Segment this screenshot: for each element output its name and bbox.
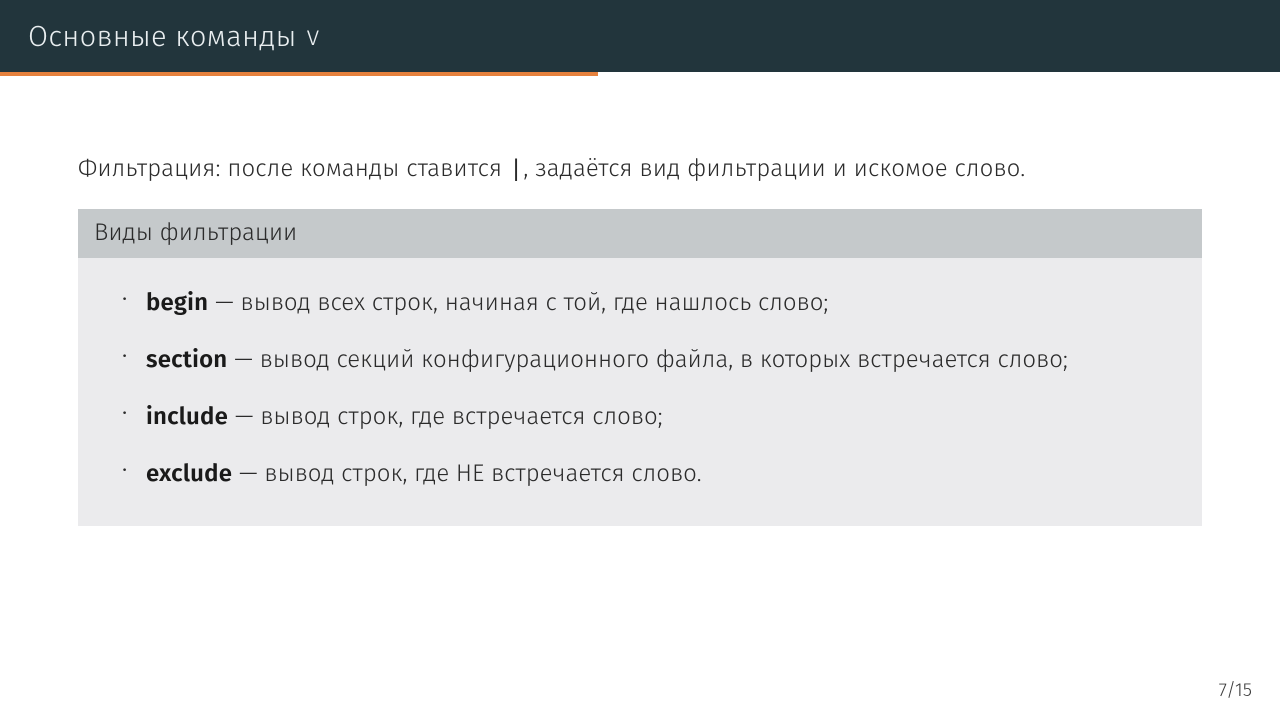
list-item: include — вывод строк, где встречается с…: [120, 400, 1182, 435]
block-title: Виды фильтрации: [78, 209, 1202, 258]
list-item: begin — вывод всех строк, начиная с той,…: [120, 286, 1182, 321]
page-number: 7/15: [1219, 679, 1252, 702]
list-item: section — вывод секций конфигурационного…: [120, 343, 1182, 378]
filter-term: exclude: [146, 460, 232, 488]
filter-desc: — вывод секций конфигурационного файла, …: [227, 346, 1067, 374]
filter-term: include: [146, 403, 228, 431]
filter-list: begin — вывод всех строк, начиная с той,…: [120, 286, 1182, 491]
slide-section-counter: v: [307, 21, 320, 52]
pipe-char: |: [509, 157, 524, 184]
filter-desc: — вывод строк, где встречается слово;: [228, 403, 663, 431]
list-item: exclude — вывод строк, где НЕ встречаетс…: [120, 457, 1182, 492]
slide-titlebar: Основные команды v: [0, 0, 1280, 72]
intro-suffix: , задаётся вид фильтрации и искомое слов…: [523, 155, 1025, 183]
slide-content: Фильтрация: после команды ставится |, за…: [0, 76, 1280, 526]
intro-prefix: Фильтрация: после команды ставится: [78, 155, 509, 183]
filter-desc: — вывод всех строк, начиная с той, где н…: [208, 289, 828, 317]
filter-desc: — вывод строк, где НЕ встречается слово.: [232, 460, 701, 488]
slide-title: Основные команды: [28, 19, 297, 54]
intro-text: Фильтрация: после команды ставится |, за…: [78, 151, 1202, 189]
filter-term: begin: [146, 289, 208, 317]
filter-term: section: [146, 346, 227, 374]
block-body: begin — вывод всех строк, начиная с той,…: [78, 258, 1202, 525]
